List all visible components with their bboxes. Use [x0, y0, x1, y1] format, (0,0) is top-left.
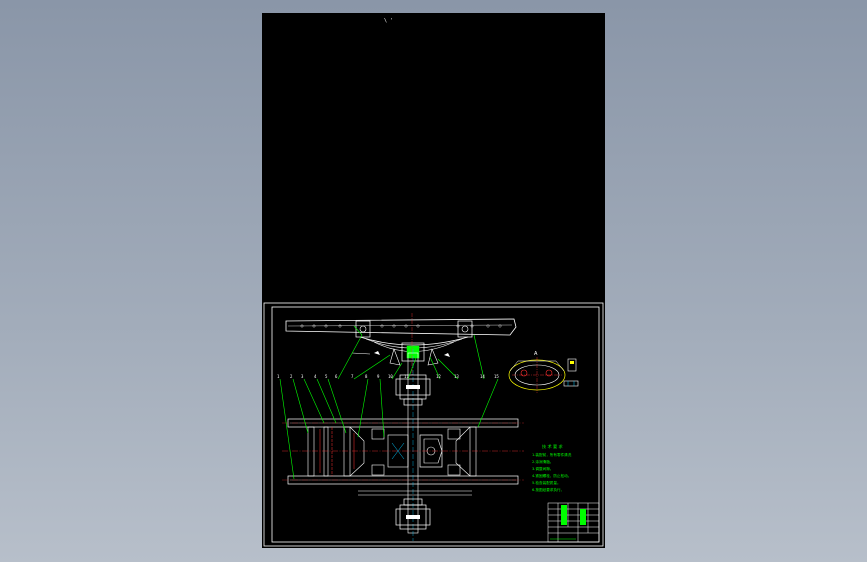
balloon-10: 10 [388, 374, 393, 379]
balloon-labels: 1 2 3 4 5 6 7 8 9 10 11 12 13 14 15 [277, 374, 499, 379]
balloon-6: 6 [335, 374, 338, 379]
note-6: 6.按图纸要求执行。 [532, 487, 564, 492]
note-2: 2.涂润滑脂。 [532, 459, 553, 464]
note-3: 3.调整间隙。 [532, 466, 553, 471]
balloon-5: 5 [325, 374, 328, 379]
balloon-3: 3 [301, 374, 304, 379]
notes-title: 技 术 要 求 [542, 443, 564, 450]
balloon-15: 15 [494, 374, 499, 379]
note-1: 1.装配前，所有零件清洗 [532, 452, 572, 457]
balloon-4: 4 [314, 374, 317, 379]
balloon-8: 8 [365, 374, 368, 379]
balloon-11: 11 [404, 374, 409, 379]
balloon-12: 12 [436, 374, 441, 379]
note-5: 5.检查装配质量。 [532, 480, 561, 485]
balloon-1: 1 [277, 374, 280, 379]
side-view [285, 313, 517, 375]
technical-notes: 技 术 要 求 1.装配前，所有零件清洗 2.涂润滑脂。 3.调整间隙。 4.紧… [532, 443, 572, 492]
note-4: 4.紧固螺栓，防止松动。 [532, 473, 571, 478]
balloon-13: 13 [454, 374, 459, 379]
top-mark: \ ' [384, 18, 393, 24]
balloon-2: 2 [290, 374, 293, 379]
sheet-inner-frame [271, 306, 600, 543]
drawing-sheet: \ ' A 1 2 3 4 5 6 7 8 9 10 11 12 13 14 1… [262, 13, 605, 548]
balloon-14: 14 [480, 374, 485, 379]
sheet-outer-frame [263, 302, 604, 547]
detail-a-view: A [508, 351, 579, 393]
cad-viewport[interactable]: \ ' A 1 2 3 4 5 6 7 8 9 10 11 12 13 14 1… [0, 0, 867, 562]
balloon-9: 9 [377, 374, 380, 379]
title-block [547, 502, 600, 543]
leader-lines [279, 325, 499, 480]
drawing-canvas: \ ' A 1 2 3 4 5 6 7 8 9 10 11 12 13 14 1… [263, 18, 604, 547]
balloon-7: 7 [351, 374, 354, 379]
plan-view [282, 349, 524, 541]
detail-label: A [534, 351, 538, 357]
